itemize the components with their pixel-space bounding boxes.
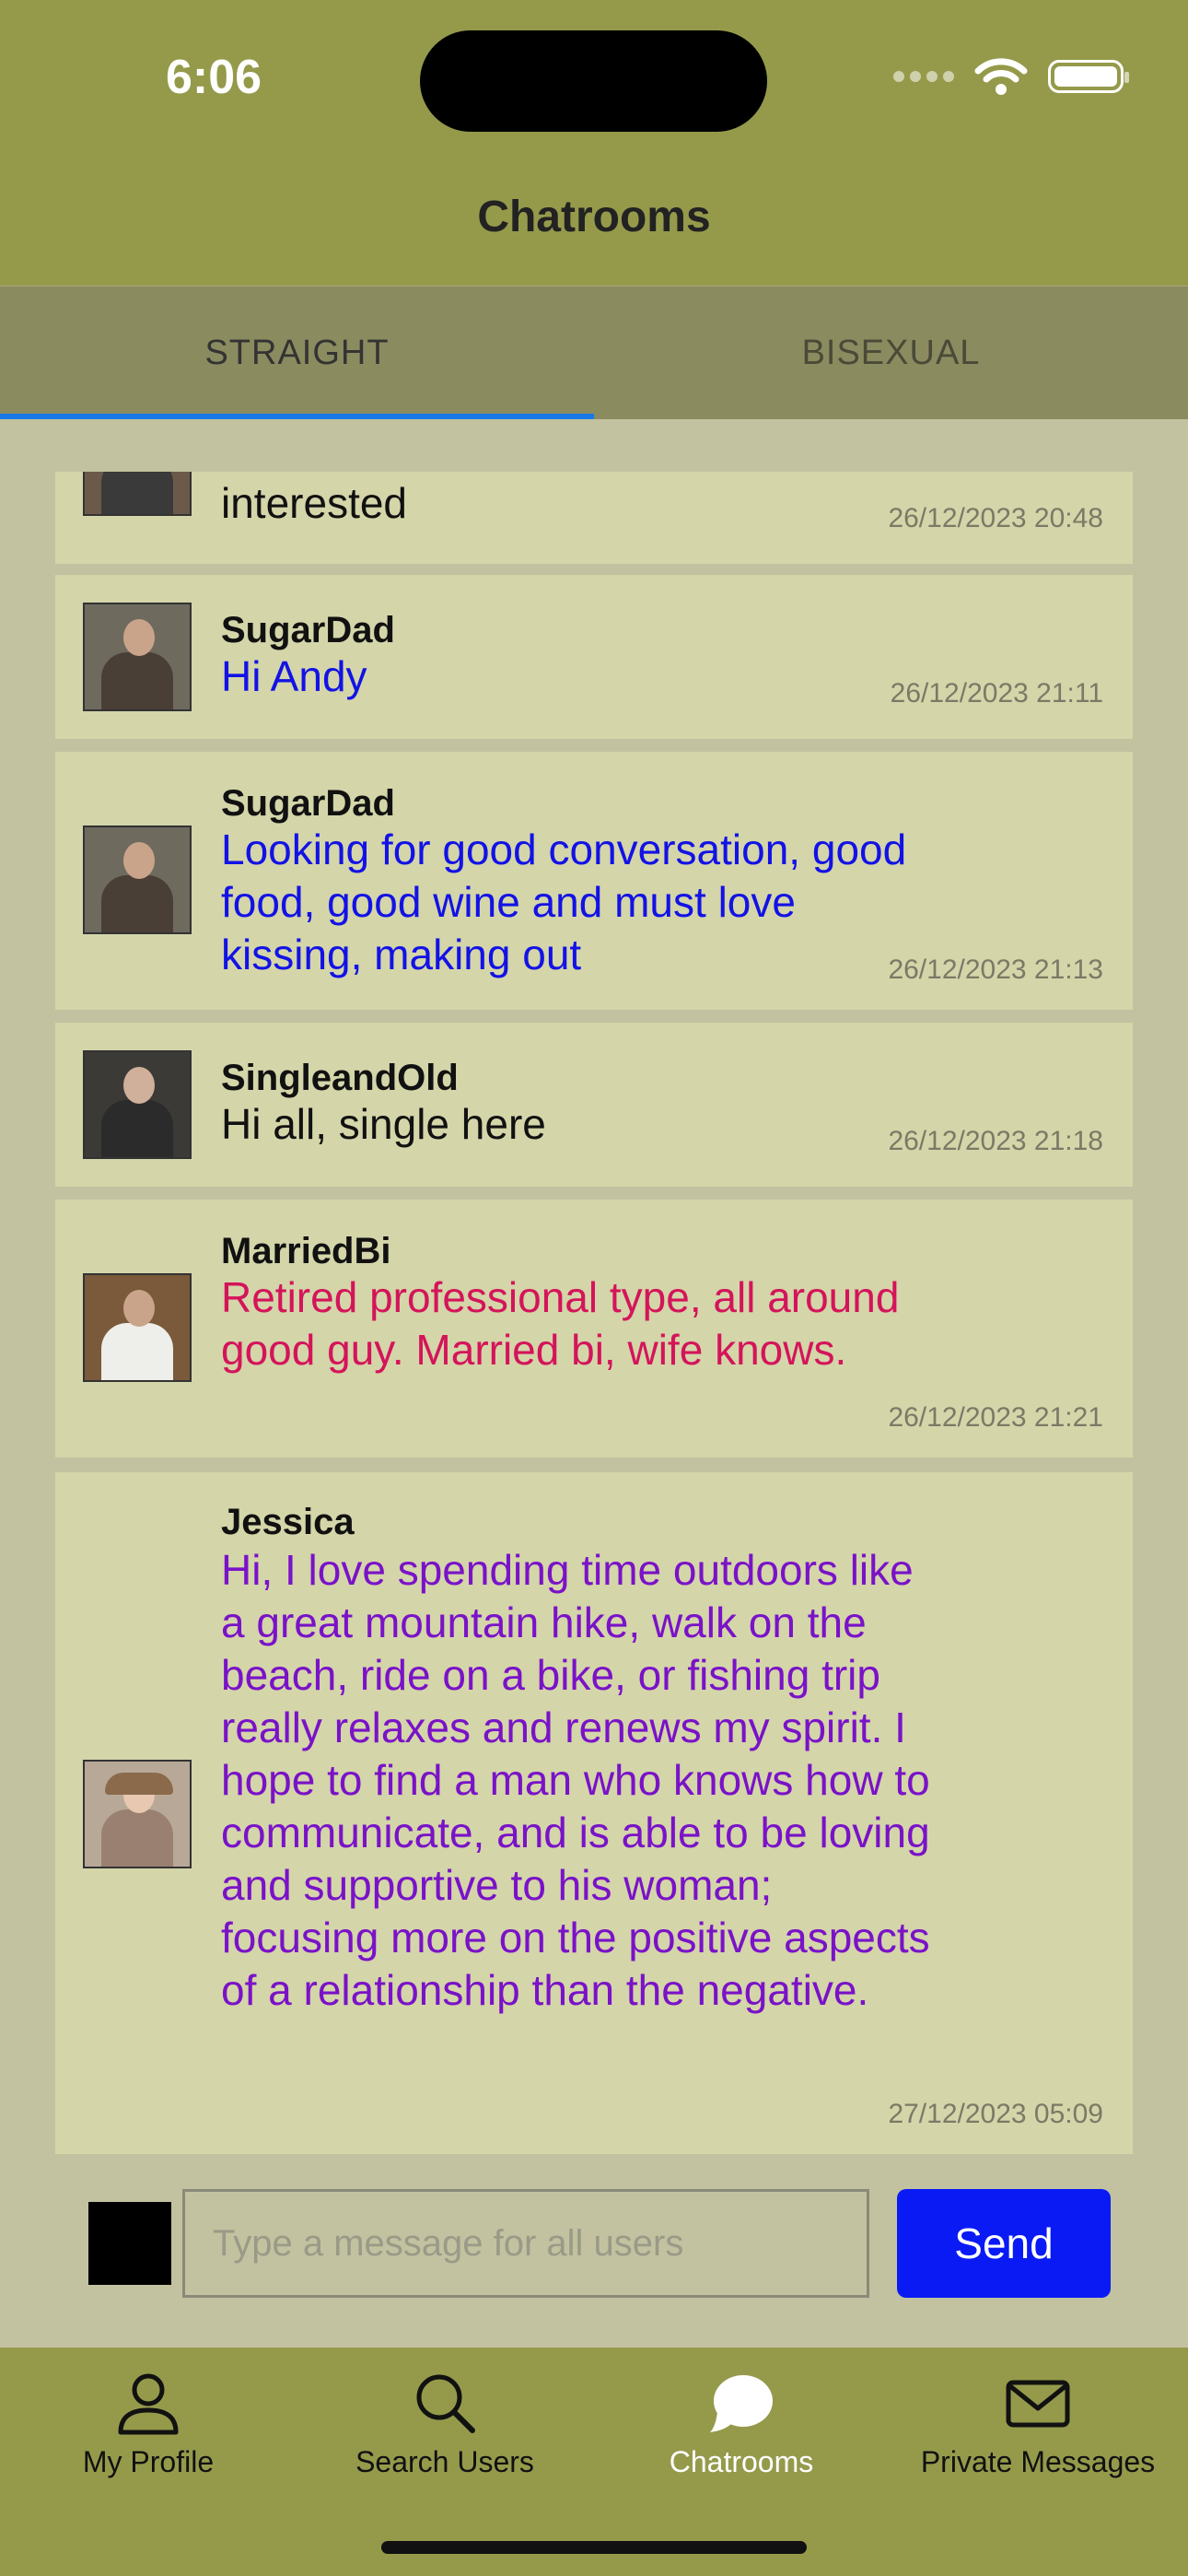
dynamic-island — [420, 30, 767, 132]
tab-straight[interactable]: STRAIGHT — [0, 287, 594, 419]
message-username[interactable]: SingleandOld — [221, 1058, 459, 1099]
message-timestamp: 27/12/2023 05:09 — [888, 2099, 1103, 2129]
message-timestamp: 26/12/2023 21:21 — [888, 1402, 1103, 1433]
tabbar-label: Chatrooms — [669, 2445, 814, 2478]
tabbar-search-users[interactable]: Search Users — [297, 2366, 593, 2479]
send-button[interactable]: Send — [897, 2189, 1111, 2298]
room-tabs: STRAIGHT BISEXUAL — [0, 286, 1188, 419]
message-composer: Send — [0, 2158, 1188, 2348]
message-timestamp: 26/12/2023 21:11 — [890, 678, 1103, 708]
message-text: Retired professional type, all around go… — [221, 1273, 900, 1374]
message-text: Hi, I love spending time outdoors like a… — [221, 1546, 930, 2014]
message-text: Hi all, single here — [221, 1100, 546, 1148]
tab-label: BISEXUAL — [801, 333, 981, 372]
tab-label: STRAIGHT — [204, 333, 390, 372]
person-icon — [118, 2373, 179, 2435]
message-card: SugarDad Hi Andy 26/12/2023 21:11 — [55, 575, 1133, 739]
avatar[interactable] — [83, 472, 192, 516]
wifi-icon — [974, 58, 1028, 95]
tabbar-private-messages[interactable]: Private Messages — [890, 2366, 1186, 2479]
message-text: Hi Andy — [221, 652, 367, 700]
message-timestamp: 26/12/2023 20:48 — [888, 503, 1103, 533]
status-indicators — [893, 57, 1129, 96]
status-time: 6:06 — [166, 51, 262, 104]
search-icon — [416, 2374, 475, 2433]
avatar[interactable] — [83, 825, 192, 934]
battery-icon — [1048, 60, 1129, 93]
chat-bubble-icon — [710, 2375, 773, 2432]
message-card: interested 26/12/2023 20:48 — [55, 472, 1133, 564]
message-timestamp: 26/12/2023 21:18 — [888, 1126, 1103, 1156]
page-title: Chatrooms — [477, 193, 711, 241]
message-username[interactable]: SugarDad — [221, 783, 395, 825]
message-username[interactable]: SugarDad — [221, 610, 395, 651]
message-text: interested — [221, 479, 408, 527]
home-indicator[interactable] — [381, 2541, 807, 2554]
message-card: SingleandOld Hi all, single here 26/12/2… — [55, 1023, 1133, 1187]
tabbar-label: Search Users — [355, 2445, 534, 2478]
message-input[interactable] — [182, 2189, 869, 2298]
tabbar-my-profile[interactable]: My Profile — [0, 2366, 297, 2479]
avatar[interactable] — [83, 1273, 192, 1382]
message-card: Jessica Hi, I love spending time outdoor… — [55, 1472, 1133, 2154]
cellular-signal-icon — [893, 71, 954, 82]
avatar[interactable] — [83, 1050, 192, 1159]
message-list[interactable]: interested 26/12/2023 20:48 SugarDad Hi … — [0, 472, 1188, 2158]
tabbar-label: My Profile — [82, 2445, 215, 2478]
message-username[interactable]: MarriedBi — [221, 1231, 391, 1272]
message-card: MarriedBi Retired professional type, all… — [55, 1200, 1133, 1458]
tabbar-chatrooms[interactable]: Chatrooms — [593, 2366, 890, 2479]
top-header: 6:06 Chatrooms — [0, 0, 1188, 286]
message-text: Looking for good conversation, good food… — [221, 825, 907, 978]
tab-bisexual[interactable]: BISEXUAL — [594, 287, 1188, 419]
tabbar-label: Private Messages — [920, 2445, 1156, 2478]
color-picker-swatch[interactable] — [88, 2202, 171, 2285]
avatar[interactable] — [83, 1760, 192, 1868]
message-card: SugarDad Looking for good conversation, … — [55, 752, 1133, 1010]
avatar[interactable] — [83, 603, 192, 711]
envelope-icon — [1006, 2380, 1070, 2428]
message-timestamp: 26/12/2023 21:13 — [888, 954, 1103, 985]
message-username[interactable]: Jessica — [221, 1502, 355, 1543]
